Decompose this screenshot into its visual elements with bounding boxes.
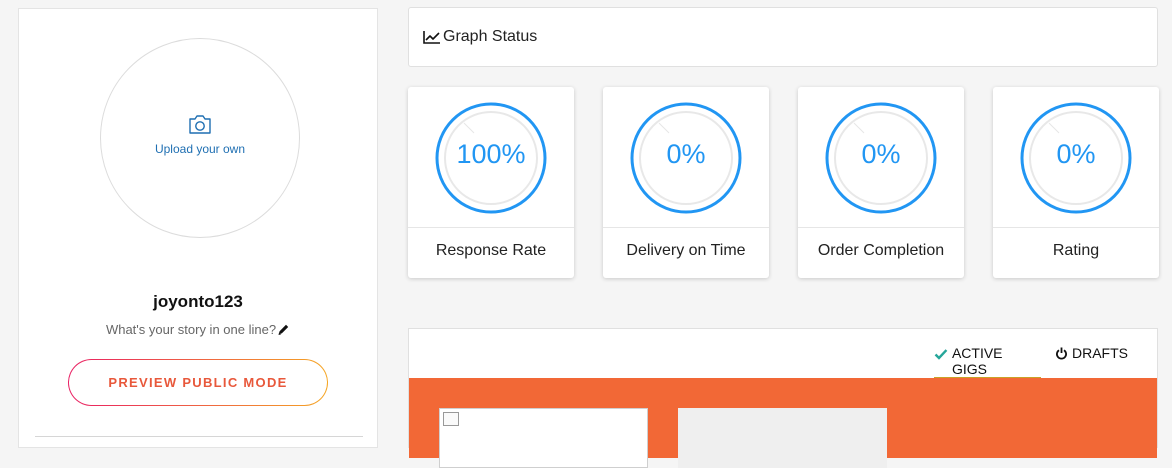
stat-divider bbox=[798, 227, 964, 228]
gig-card[interactable] bbox=[439, 408, 648, 468]
power-icon bbox=[1056, 347, 1067, 360]
gigs-panel: ACTIVE GIGS DRAFTS bbox=[408, 328, 1158, 468]
tab-label: ACTIVE GIGS bbox=[951, 345, 1003, 377]
stat-label: Rating bbox=[1052, 242, 1100, 259]
tagline-row: What's your story in one line? bbox=[19, 322, 377, 337]
broken-image-icon bbox=[443, 412, 459, 426]
graph-status-header: Graph Status bbox=[408, 7, 1158, 67]
check-icon bbox=[934, 349, 948, 360]
camera-icon bbox=[189, 115, 211, 134]
stat-card-order-completion: 0% Order Completion bbox=[798, 87, 964, 278]
stat-card-rating: 0% Rating bbox=[993, 87, 1159, 278]
profile-card: Upload your own joyonto123 What's your s… bbox=[18, 8, 378, 448]
preview-public-mode-button[interactable]: PREVIEW PUBLIC MODE bbox=[68, 359, 328, 406]
stat-value: 100% bbox=[456, 139, 526, 169]
stat-card-delivery-on-time: 0% Delivery on Time bbox=[603, 87, 769, 278]
stat-divider bbox=[408, 227, 574, 228]
gigs-band bbox=[409, 378, 1157, 468]
divider bbox=[35, 436, 363, 437]
stat-card-response-rate: 100% Response Rate bbox=[408, 87, 574, 278]
pencil-icon[interactable] bbox=[277, 323, 290, 336]
line-chart-icon bbox=[423, 31, 440, 44]
stat-label: Order Completion bbox=[817, 242, 945, 259]
gig-card[interactable] bbox=[678, 408, 887, 468]
tab-drafts[interactable]: DRAFTS bbox=[1055, 345, 1128, 379]
tab-label: DRAFTS bbox=[1072, 345, 1128, 361]
username: joyonto123 bbox=[153, 292, 243, 311]
stat-divider bbox=[993, 227, 1159, 228]
stat-value: 0% bbox=[666, 139, 706, 169]
stat-value: 0% bbox=[1056, 139, 1096, 169]
tab-active-gigs[interactable]: ACTIVE GIGS bbox=[934, 345, 1041, 379]
tagline-text: What's your story in one line? bbox=[105, 322, 277, 337]
stat-value: 0% bbox=[861, 139, 901, 169]
stat-label: Response Rate bbox=[435, 242, 547, 259]
avatar-upload[interactable]: Upload your own bbox=[100, 38, 300, 238]
graph-status-title: Graph Status bbox=[443, 28, 538, 45]
stat-divider bbox=[603, 227, 769, 228]
stat-label: Delivery on Time bbox=[626, 242, 746, 259]
upload-label: Upload your own bbox=[154, 142, 246, 156]
